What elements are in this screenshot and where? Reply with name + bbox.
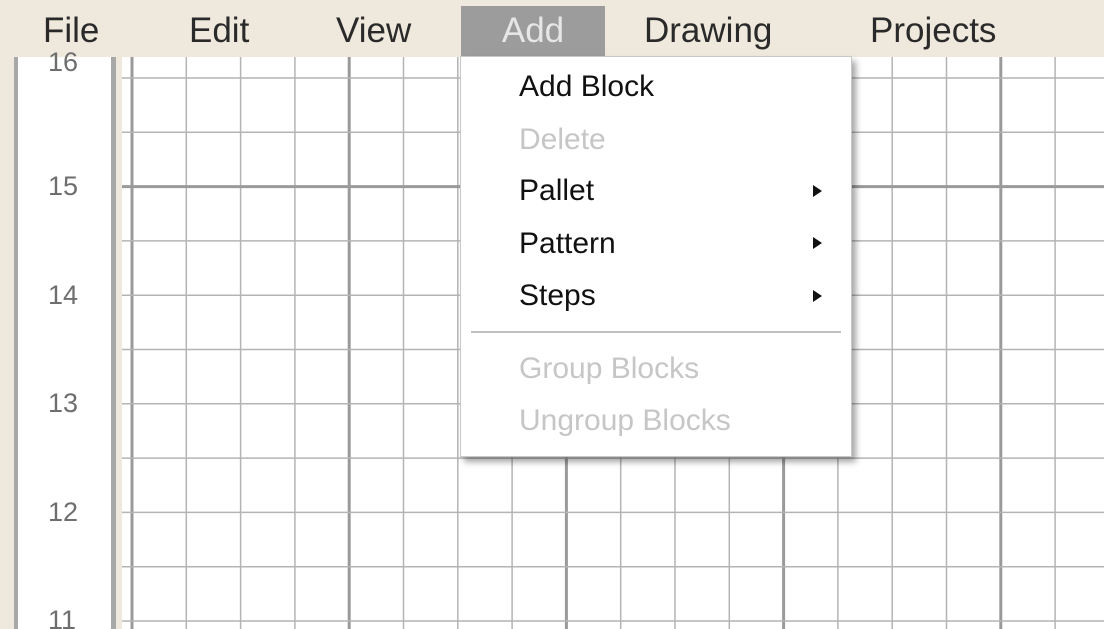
ruler-tick-14: 14 <box>48 280 79 310</box>
menu-item-steps[interactable]: Steps <box>519 274 596 318</box>
ruler-tick-15: 15 <box>48 171 79 201</box>
menu-item-ungroup-blocks: Ungroup Blocks <box>519 404 731 437</box>
submenu-arrow-icon <box>813 290 822 302</box>
ruler-tick-16: 16 <box>48 47 79 77</box>
menu-add[interactable]: Add <box>461 6 605 56</box>
menu-projects[interactable]: Projects <box>870 6 996 56</box>
app-window: File Edit View Add Drawing Projects 16 1… <box>0 0 1104 629</box>
menu-item-group-blocks: Group Blocks <box>519 352 700 385</box>
menu-item-pattern[interactable]: Pattern <box>519 222 616 266</box>
submenu-arrow-icon <box>813 185 822 197</box>
ruler-tick-12: 12 <box>48 497 79 527</box>
menu-edit[interactable]: Edit <box>189 6 249 56</box>
ruler-tick-11: 11 <box>48 605 77 629</box>
menu-item-pallet[interactable]: Pallet <box>519 169 594 213</box>
menu-bar: File Edit View Add Drawing Projects <box>0 0 1104 57</box>
menu-view[interactable]: View <box>336 6 411 56</box>
menu-item-add-block[interactable]: Add Block <box>519 65 654 109</box>
ruler-tick-13: 13 <box>48 388 79 418</box>
menu-drawing[interactable]: Drawing <box>644 6 772 56</box>
menu-separator <box>471 331 841 333</box>
vertical-ruler: 16 15 14 13 12 11 <box>14 47 116 629</box>
submenu-arrow-icon <box>813 237 822 249</box>
add-dropdown-menu: Add Block Delete Pallet Pattern Steps Gr… <box>460 56 852 457</box>
menu-item-delete: Delete <box>519 123 606 156</box>
